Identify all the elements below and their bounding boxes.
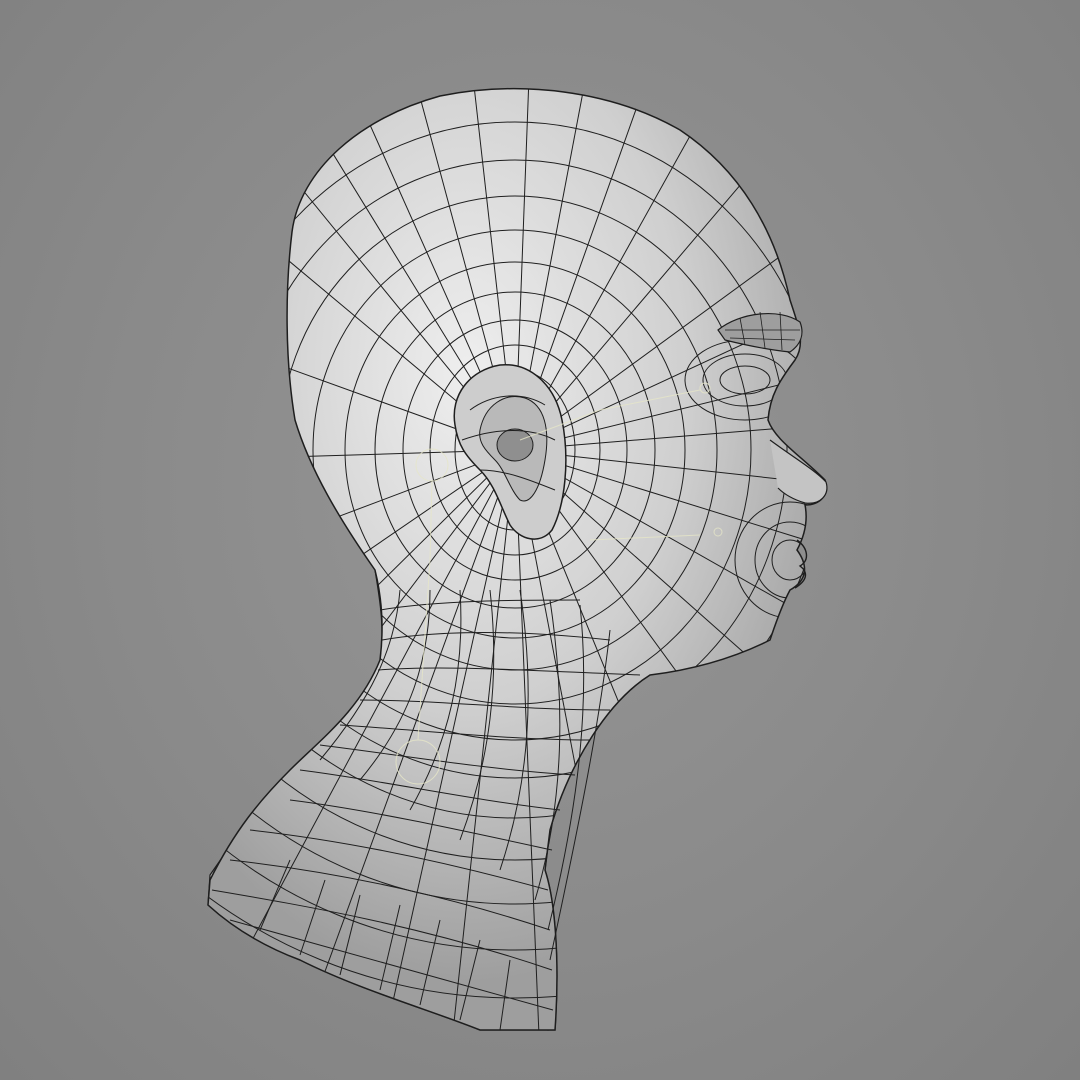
3d-viewport[interactable]: [0, 0, 1080, 1080]
viewport-canvas[interactable]: [0, 0, 1080, 1080]
